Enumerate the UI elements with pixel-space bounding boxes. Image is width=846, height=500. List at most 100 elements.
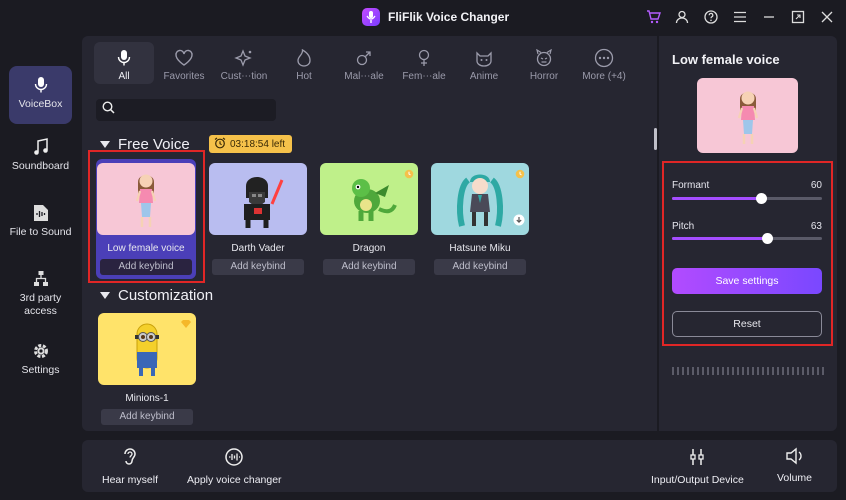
menu-icon[interactable] [731, 8, 749, 26]
voice-card-name: Darth Vader [231, 243, 285, 254]
hear-myself-label: Hear myself [102, 474, 159, 486]
sidebar-item-label: 3rd party access [19, 292, 62, 317]
scrollbar-thumb[interactable] [654, 128, 657, 150]
tab-female[interactable]: Fem⋯ale [394, 42, 454, 84]
cat-face-icon [474, 48, 494, 68]
darth-vader-thumbnail [209, 163, 307, 235]
ear-icon [122, 447, 138, 470]
voice-card-hatsune-miku[interactable]: Hatsune Miku Add keybind [430, 163, 530, 275]
tab-hot[interactable]: Hot [274, 42, 334, 84]
sidebar-item-label: Settings [21, 364, 60, 376]
tab-all[interactable]: All [94, 42, 154, 84]
clock-icon [515, 166, 525, 184]
timer-text: 03:18:54 left [230, 138, 286, 150]
diamond-icon [180, 316, 192, 334]
gear-icon [9, 342, 72, 360]
category-tabs: All Favorites Cust⋯tion Hot Mal⋯ale Fem⋯… [94, 42, 634, 86]
audio-jack-icon [688, 447, 706, 470]
user-icon[interactable] [673, 8, 691, 26]
speaker-icon [785, 447, 805, 468]
tab-label: Hot [296, 71, 312, 82]
add-keybind-button[interactable]: Add keybind [434, 259, 526, 275]
sidebar-item-file-to-sound[interactable]: File to Sound [9, 204, 72, 239]
tab-anime[interactable]: Anime [454, 42, 514, 84]
tab-label: All [118, 71, 130, 82]
sidebar: VoiceBox Soundboard File to Sound 3rd pa… [0, 36, 80, 436]
tab-label: Mal⋯ale [344, 71, 384, 82]
collapse-caret-icon [100, 141, 110, 148]
title-bar: FliFlik Voice Changer [0, 0, 846, 36]
hear-myself-button[interactable]: Hear myself [102, 447, 158, 486]
sidebar-item-3rd-party-access[interactable]: 3rd party access [9, 270, 72, 318]
hatsune-miku-thumbnail [431, 163, 529, 235]
tab-favorites[interactable]: Favorites [154, 42, 214, 84]
voicebox-panel: All Favorites Cust⋯tion Hot Mal⋯ale Fem⋯… [82, 36, 657, 431]
clock-icon [404, 166, 414, 184]
alarm-clock-icon [214, 137, 226, 152]
tab-more[interactable]: More (+4) [574, 42, 634, 84]
maximize-icon[interactable] [789, 8, 807, 26]
voice-card-name: Dragon [352, 243, 386, 254]
collapse-caret-icon [100, 292, 110, 299]
voice-card-dragon[interactable]: Dragon Add keybind [319, 163, 419, 275]
tab-male[interactable]: Mal⋯ale [334, 42, 394, 84]
voice-settings-panel: Low female voice Formant 60 Pitch 63 Sav… [659, 36, 837, 431]
sidebar-item-settings[interactable]: Settings [9, 342, 72, 377]
minimize-icon[interactable] [760, 8, 778, 26]
tab-label: Cust⋯tion [220, 71, 268, 82]
highlight-box-selected-voice [88, 150, 205, 283]
music-note-icon [9, 138, 72, 156]
section-title: Customization [118, 287, 214, 304]
input-output-device-label: Input/Output Device [651, 474, 744, 486]
search-input[interactable] [121, 104, 261, 116]
voice-card-darth-vader[interactable]: Darth Vader Add keybind [208, 163, 308, 275]
download-icon[interactable] [513, 213, 525, 231]
dragon-thumbnail [320, 163, 418, 235]
bottom-bar: Hear myself Apply voice changer Input/Ou… [82, 440, 837, 492]
highlight-box-voice-settings [662, 161, 833, 346]
tab-label: Favorites [163, 71, 205, 82]
add-keybind-button[interactable]: Add keybind [101, 409, 193, 425]
sidebar-item-label: File to Sound [9, 226, 72, 238]
voice-card-name: Hatsune Miku [449, 243, 511, 254]
tab-label: Anime [469, 71, 499, 82]
tab-label: Fem⋯ale [402, 71, 446, 82]
add-keybind-button[interactable]: Add keybind [323, 259, 415, 275]
input-output-device-button[interactable]: Input/Output Device [651, 447, 744, 486]
selected-voice-title: Low female voice [672, 52, 780, 67]
volume-label: Volume [777, 472, 813, 484]
help-icon[interactable] [702, 8, 720, 26]
apply-voice-changer-label: Apply voice changer [187, 474, 282, 486]
flame-icon [296, 48, 312, 68]
volume-button[interactable]: Volume [777, 447, 812, 484]
add-keybind-button[interactable]: Add keybind [212, 259, 304, 275]
heart-icon [174, 48, 194, 68]
app-title-text: FliFlik Voice Changer [388, 10, 510, 24]
more-dots-icon [594, 48, 614, 68]
search-icon [102, 101, 115, 119]
tab-label: More (+4) [582, 71, 626, 82]
tab-customization[interactable]: Cust⋯tion [214, 42, 274, 84]
female-icon [416, 48, 432, 68]
close-icon[interactable] [818, 8, 836, 26]
sidebar-item-label: VoiceBox [18, 98, 63, 110]
network-icon [9, 270, 72, 288]
free-voice-timer-badge: 03:18:54 left [209, 135, 293, 153]
minions-thumbnail [98, 313, 196, 385]
sidebar-item-voicebox[interactable]: VoiceBox [9, 66, 72, 124]
microphone-icon [117, 48, 131, 68]
voice-card-minions-1[interactable]: Minions-1 Add keybind [97, 313, 197, 425]
sparkle-icon [234, 48, 254, 68]
tab-label: Horror [529, 71, 559, 82]
voice-card-name: Minions-1 [125, 393, 169, 404]
tab-horror[interactable]: Horror [514, 42, 574, 84]
customization-header[interactable]: Customization [100, 287, 213, 304]
apply-voice-changer-button[interactable]: Apply voice changer [187, 447, 282, 486]
cart-icon[interactable] [644, 8, 662, 26]
search-bar[interactable] [96, 99, 276, 121]
sidebar-item-soundboard[interactable]: Soundboard [9, 138, 72, 173]
microphone-icon [9, 76, 72, 94]
devil-face-icon [534, 48, 554, 68]
selected-voice-thumbnail [697, 78, 798, 153]
app-title: FliFlik Voice Changer [362, 8, 509, 26]
